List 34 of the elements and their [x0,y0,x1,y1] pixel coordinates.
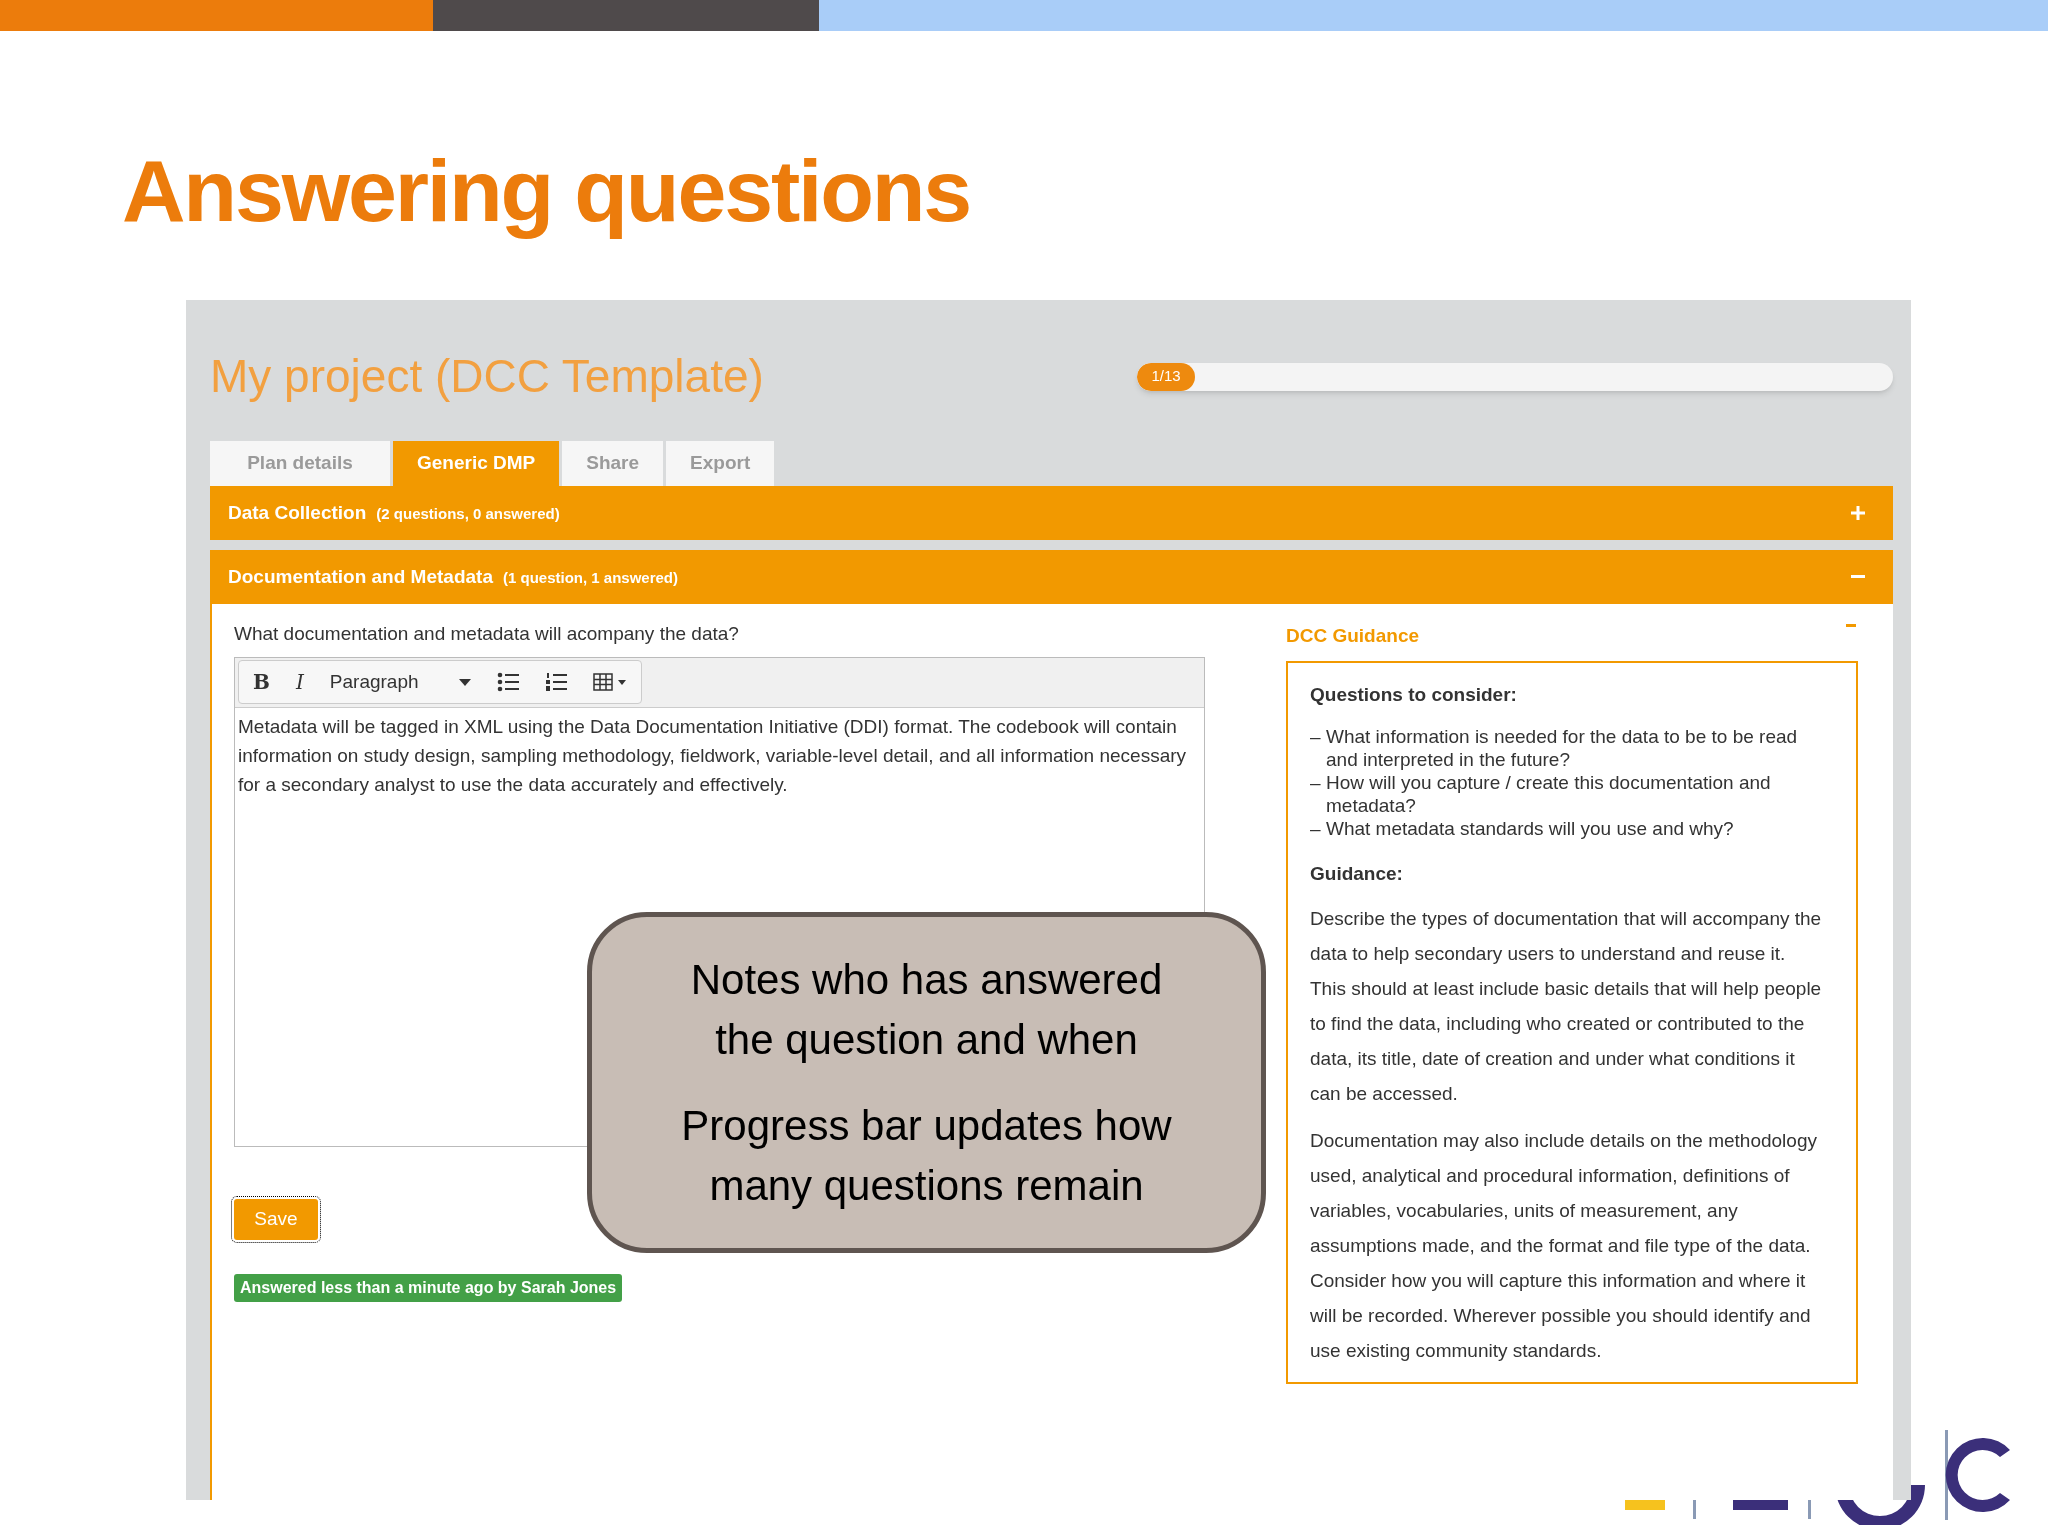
caret-icon [458,678,471,686]
callout-text: Progress bar updates how many questions remain [680,1100,1173,1211]
guidance-paragraph: Documentation may also include details on the methodology used, analytical and procedural information, definitions of variables, vocabularies, units of measurement, any assumptions made, and the format and file type of the data. Consider how you will capture this information and where it will be recorded. Wherever possible you should identify and use existing community standards. [1310,1128,1818,1363]
numbered-list-icon[interactable] [544,672,567,692]
question-text: What documentation and metadata will acompany the data? [234,622,740,646]
format-dropdown[interactable]: Paragraph [329,667,471,697]
section-header[interactable]: Data Collection (2 questions, 0 answered) [210,486,1893,540]
bullet-list-icon[interactable] [496,672,519,692]
answer-text: Metadata will be tagged in XML using the Data Documentation Initiative (DDI) format. The codebook will contain information on study design, sampling methodology, fieldwork, variable-level detail, and all information necessary for a secondary analyst to use the data accurately and effectively. [237,714,1188,797]
section-summary: (1 question, 1 answered) [503,567,679,588]
section-title: Data Collection [228,500,367,525]
section-summary: (2 questions, 0 answered) [376,503,560,524]
progress-fill: 1/13 [1137,362,1196,391]
save-button[interactable]: Save [234,1198,318,1240]
guidance-bullet: What information is needed for the data to be to be read and interpreted in the future? [1326,725,1799,771]
answered-badge: Answered less than a minute ago by Sarah Jones [234,1273,623,1302]
tab[interactable]: Export [666,441,775,486]
slide-title: Answering questions [122,141,971,241]
italic-button[interactable]: I [295,667,304,697]
guidance-title: DCC Guidance [1286,624,1420,648]
guidance-heading: Questions to consider: [1310,682,1518,707]
table-icon[interactable] [592,673,627,691]
guidance-paragraph: Describe the types of documentation that will accompany the data to help secondary users to understand and reuse it. This should at least include basic details that will help people to find the data, including who created or contributed to the data, its title, date of creation and under what conditions it can be accessed. [1310,906,1823,1106]
guidance-bullet: What metadata standards will you use and why? [1326,817,1734,840]
section-title: Documentation and Metadata [228,564,493,589]
guidance-bullet: How will you capture / create this documentation and metadata? [1326,771,1772,817]
project-title: My project (DCC Template) [210,349,764,404]
tab[interactable]: Generic DMP [393,441,560,486]
guidance-heading: Guidance: [1310,862,1404,886]
tab[interactable]: Plan details [210,441,390,486]
bold-button[interactable]: B [253,667,270,697]
section-header[interactable]: Documentation and Metadata (1 question, 1 answered) [210,550,1893,604]
tab[interactable]: Share [562,441,664,486]
callout-text: Notes who has answered the question and when [689,954,1164,1065]
